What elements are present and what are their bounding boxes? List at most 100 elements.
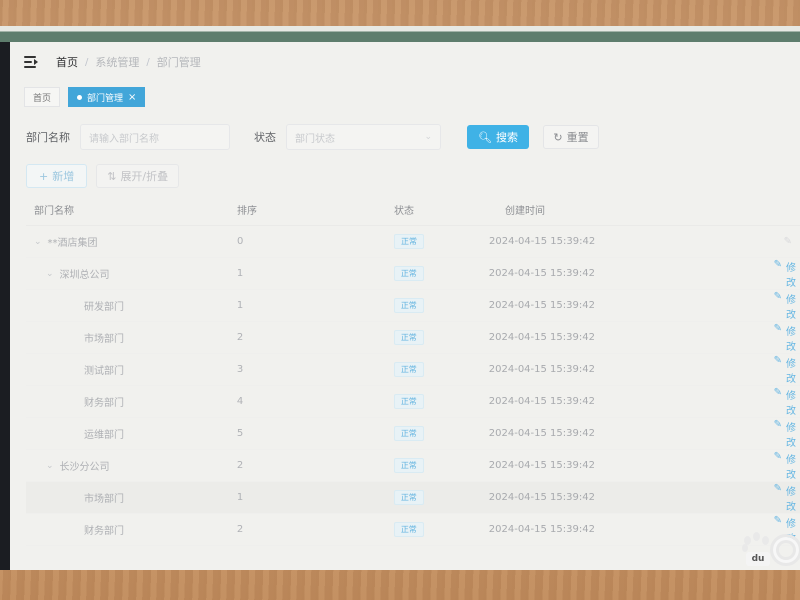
chevron-down-icon: ⌄ [424,132,432,142]
search-button[interactable]: 🔍︎ 搜索 [467,125,529,149]
sort-icon: ⇅ [107,169,117,183]
created-cell: 2024-04-15 15:39:42 [488,428,595,439]
table-row[interactable]: 测试部门 3 正常 2024-04-15 15:39:42 ✎ 修改 [26,354,800,386]
dept-name: 研发部门 [84,302,124,313]
toolbar: + 新增 ⇅ 展开/折叠 [26,164,180,188]
dept-name: 市场部门 [84,494,124,505]
expand-caret-icon[interactable]: ⌄ [46,269,54,279]
status-placeholder: 部门状态 [295,133,335,145]
order-cell: 2 [236,524,244,535]
table-row[interactable]: 研发部门 1 正常 2024-04-15 15:39:42 ✎ 修改 [26,290,800,322]
dept-name: 财务部门 [84,398,124,409]
dept-name-input[interactable]: 请输入部门名称 [80,124,230,150]
order-cell: 1 [236,492,244,503]
edit-icon[interactable]: ✎ [784,236,792,247]
edit-button[interactable]: ✎ 修改 [774,419,800,449]
monitor-left-bezel [0,42,10,570]
edit-icon: ✎ [773,386,782,398]
edit-label: 修改 [786,454,796,481]
search-icon: 🔍︎ [478,130,492,144]
menu-toggle-icon[interactable] [24,56,38,68]
status-cell: 正常 [393,266,489,281]
app-screen: 首页 / 系统管理 / 部门管理 首页 部门管理 × 部门名称 请输入部门名称 … [0,42,800,570]
edit-button[interactable]: ✎ 修改 [774,387,800,417]
status-cell: 正常 [393,490,489,505]
edit-button[interactable]: ✎ 修改 [774,259,800,289]
created-cell: 2024-04-15 15:39:42 [488,300,595,311]
edit-button[interactable]: ✎ 修改 [774,451,800,481]
edit-button[interactable]: ✎ 修改 [774,291,800,321]
created-cell: 2024-04-15 15:39:42 [488,268,595,279]
table-row[interactable]: 财务部门 2 正常 2024-04-15 15:39:42 ✎ 修改 [26,514,800,546]
add-button[interactable]: + 新增 [26,164,88,188]
status-cell: 正常 [393,330,489,345]
status-label: 状态 [254,131,276,144]
dept-table: 部门名称 排序 状态 创建时间 ⌄ **酒店集团 0 正常 2024-04-15… [26,194,800,546]
created-cell: 2024-04-15 15:39:42 [488,460,595,471]
circle-logo-icon [770,534,800,566]
expand-caret-icon[interactable]: ⌄ [34,237,42,247]
edit-button[interactable]: ✎ 修改 [774,483,800,513]
status-badge: 正常 [393,266,424,281]
add-button-label: 新增 [52,170,75,183]
plus-icon: + [39,169,49,183]
order-cell: 5 [236,428,244,439]
table-row[interactable]: ⌄ **酒店集团 0 正常 2024-04-15 15:39:42 ✎ [26,226,800,258]
breadcrumb-home[interactable]: 首页 [56,54,78,70]
created-cell: 2024-04-15 15:39:42 [489,236,596,247]
dept-name-cell: 运维部门 [26,426,237,441]
reset-button[interactable]: ↻ 重置 [543,125,599,149]
table-row[interactable]: 财务部门 4 正常 2024-04-15 15:39:42 ✎ 修改 [26,386,800,418]
order-cell: 4 [236,396,244,407]
created-cell: 2024-04-15 15:39:42 [488,332,595,343]
table-row[interactable]: 市场部门 2 正常 2024-04-15 15:39:42 ✎ 修改 [26,322,800,354]
edit-button[interactable]: ✎ 修改 [774,323,800,353]
expand-button-label: 展开/折叠 [120,170,169,183]
order-cell: 0 [237,236,244,247]
table-row[interactable]: 运维部门 5 正常 2024-04-15 15:39:42 ✎ 修改 [26,418,800,450]
order-cell: 1 [236,300,244,311]
search-button-label: 搜索 [495,131,518,144]
header-name: 部门名称 [34,206,74,217]
dept-name: 运维部门 [84,430,124,441]
breadcrumb-current: 部门管理 [156,56,201,69]
close-icon[interactable]: × [128,92,136,103]
breadcrumb-separator: / [146,56,150,68]
status-select[interactable]: 部门状态 ⌄ [286,124,441,150]
edit-icon: ✎ [773,354,782,366]
status-cell: 正常 [393,394,489,409]
status-badge: 正常 [393,522,424,537]
status-badge: 正常 [393,490,424,505]
edit-icon: ✎ [773,322,782,334]
active-dot-icon [77,94,83,100]
header-order: 排序 [237,206,257,217]
refresh-icon: ↻ [553,130,563,144]
status-cell: 正常 [393,522,489,537]
baidu-watermark: du [740,532,800,568]
tab-home[interactable]: 首页 [24,87,61,107]
dept-name: **酒店集团 [47,238,98,249]
status-badge: 正常 [393,298,424,313]
table-row[interactable]: ⌄ 长沙分公司 2 正常 2024-04-15 15:39:42 ✎ 修改 [26,450,800,482]
table-row[interactable]: ⌄ 深圳总公司 1 正常 2024-04-15 15:39:42 ✎ 修改 [26,258,800,290]
status-cell: 正常 [393,426,489,441]
created-cell: 2024-04-15 15:39:42 [488,396,595,407]
breadcrumb-system: 系统管理 [95,56,140,69]
dept-name-cell: 市场部门 [26,490,237,505]
tab-dept-management[interactable]: 部门管理 × [68,87,146,107]
status-badge: 正常 [394,234,424,249]
dept-name-cell: 研发部门 [26,298,237,313]
reset-button-label: 重置 [566,131,589,144]
dept-name: 市场部门 [84,334,124,345]
edit-label: 修改 [786,358,796,385]
table-row[interactable]: 市场部门 1 正常 2024-04-15 15:39:42 ✎ 修改 [26,482,800,514]
edit-icon: ✎ [773,258,782,270]
edit-label: 修改 [786,422,796,449]
breadcrumb-separator: / [85,56,89,68]
edit-button[interactable]: ✎ 修改 [774,355,800,385]
tab-home-label: 首页 [33,93,52,104]
expand-collapse-button[interactable]: ⇅ 展开/折叠 [96,164,180,188]
edit-icon: ✎ [773,290,782,302]
status-badge: 正常 [393,362,424,377]
expand-caret-icon[interactable]: ⌄ [46,461,54,471]
